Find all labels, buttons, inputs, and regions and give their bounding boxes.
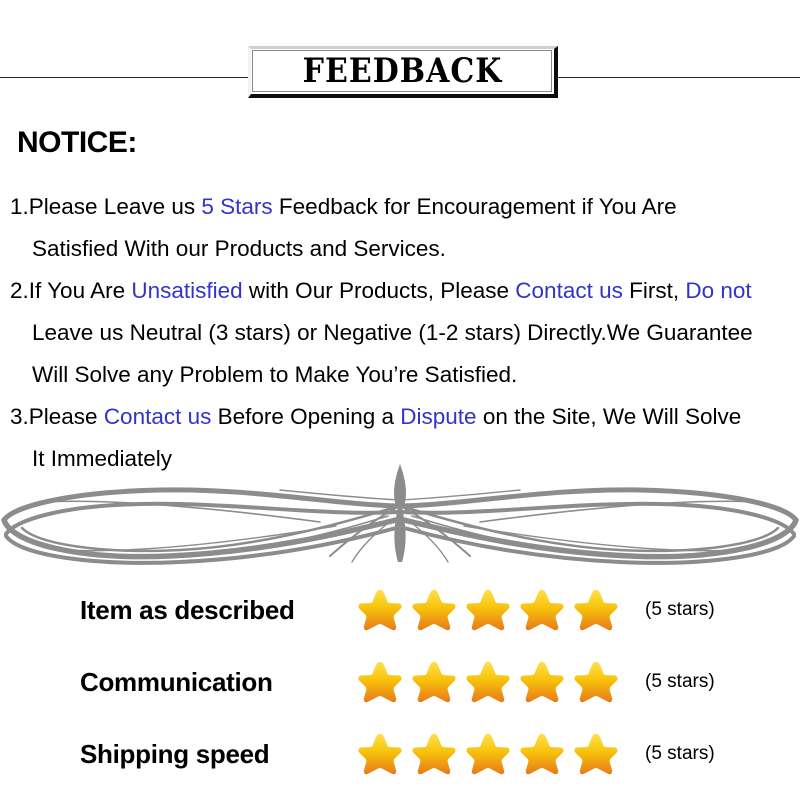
notice-heading: NOTICE: — [17, 126, 137, 159]
notice-line: 1.Please Leave us 5 Stars Feedback for E… — [10, 186, 800, 228]
star-icon — [358, 589, 402, 631]
star-icon — [412, 661, 456, 703]
highlight-text: 5 Stars — [201, 194, 279, 219]
notice-line: Satisfied With our Products and Services… — [10, 228, 800, 270]
rating-label: Communication — [80, 666, 273, 697]
body-text: 2.If You Are — [10, 278, 132, 303]
notice-line: 2.If You Are Unsatisfied with Our Produc… — [10, 270, 800, 312]
body-text: with Our Products, Please — [242, 278, 516, 303]
rating-count-label: (5 stars) — [645, 743, 715, 764]
highlight-text: Do not — [685, 278, 752, 303]
star-icon — [574, 589, 618, 631]
notice-body: 1.Please Leave us 5 Stars Feedback for E… — [10, 186, 800, 480]
feedback-banner: FEEDBACK — [0, 0, 800, 112]
notice-line: Will Solve any Problem to Make You’re Sa… — [10, 354, 800, 396]
star-icon — [358, 733, 402, 775]
body-text: Before Opening a — [211, 404, 401, 429]
notice-line: Leave us Neutral (3 stars) or Negative (… — [10, 312, 800, 354]
body-text: Satisfied With our Products and Services… — [32, 236, 446, 261]
star-rating — [357, 587, 627, 633]
ratings-section: Item as described (5 stars) Communicatio… — [0, 574, 800, 790]
star-icon — [574, 661, 618, 703]
body-text: First, — [622, 278, 686, 303]
rating-label: Item as described — [80, 594, 295, 625]
star-icon — [412, 733, 456, 775]
rating-count-label: (5 stars) — [645, 671, 715, 692]
star-icon — [466, 589, 510, 631]
rating-label: Shipping speed — [80, 738, 270, 769]
star-rating — [357, 659, 627, 705]
rating-count-label: (5 stars) — [645, 599, 715, 620]
star-icon — [520, 661, 564, 703]
body-text: on the Site, We Will Solve — [476, 404, 742, 429]
star-rating — [357, 731, 627, 777]
star-icon — [574, 733, 618, 775]
rating-row: Item as described (5 stars) — [0, 574, 800, 646]
star-icon — [466, 661, 510, 703]
banner-box: FEEDBACK — [248, 46, 558, 98]
body-text: Will Solve any Problem to Make You’re Sa… — [32, 362, 518, 387]
ornament-divider-icon — [0, 458, 800, 566]
highlight-text: Unsatisfied — [131, 278, 243, 303]
highlight-text: Dispute — [400, 404, 477, 429]
star-icon — [520, 589, 564, 631]
star-icon — [358, 661, 402, 703]
body-text: 1.Please Leave us — [10, 194, 202, 219]
body-text: Leave us Neutral (3 stars) or Negative (… — [32, 320, 753, 345]
banner-title: FEEDBACK — [302, 51, 503, 91]
star-icon — [520, 733, 564, 775]
highlight-text: Contact us — [515, 278, 623, 303]
body-text: Feedback for Encouragement if You Are — [278, 194, 677, 219]
rating-row: Shipping speed (5 stars) — [0, 718, 800, 790]
star-icon — [412, 589, 456, 631]
body-text: 3.Please — [10, 404, 104, 429]
highlight-text: Contact us — [103, 404, 212, 429]
notice-line: 3.Please Contact us Before Opening a Dis… — [10, 396, 800, 438]
rating-row: Communication (5 stars) — [0, 646, 800, 718]
star-icon — [466, 733, 510, 775]
